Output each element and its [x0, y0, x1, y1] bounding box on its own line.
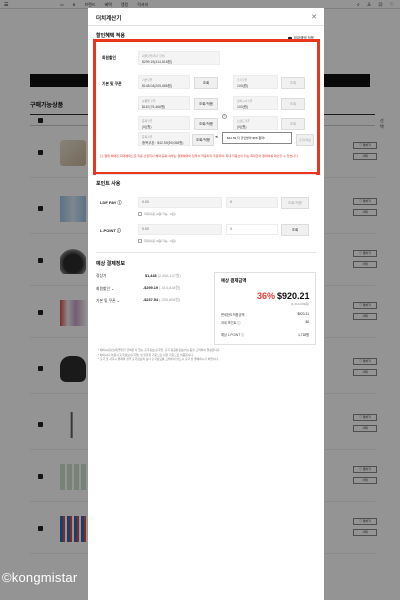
amount-usd: $1,448 [145, 274, 157, 278]
section-divider [96, 252, 316, 253]
watermark: ©kongmistar [2, 570, 78, 585]
summary-line-value: 1,718원 [298, 333, 309, 337]
summary-title: 예상 결제금액 [221, 278, 247, 283]
product-coupon-apply-button[interactable]: 조회/적용 [194, 98, 218, 110]
lpoint-input-2[interactable]: 0 [226, 224, 278, 235]
points-section-title: 포인트 사용 [96, 181, 121, 187]
dutch-calculator-modal: 더치계산기 ✕ 할인혜택 적용 최대혜택 적용 회원할인 회원할인(특가 할인)… [88, 8, 324, 600]
info-icon[interactable]: i [222, 114, 227, 119]
field-caption: 장바구니쿠폰 [237, 99, 253, 103]
extra-coupon-field: 추가쿠폰 100(원) [233, 75, 278, 89]
payment-row-label: 정상가 [96, 274, 107, 278]
summary-line-label: 예상 L.POINT ⓘ [221, 333, 245, 337]
amount-krw: (-335,808원) [159, 298, 181, 302]
note-line: * 출국 및 귀국시 결제의 경우 출국정보의 보다 출국정보를 고려하여 반드… [98, 357, 219, 362]
label-text: 회원할인 ⌄ [96, 287, 115, 291]
payment-summary-box: 예상 결제금액 36% $920.21 (1,313,039원) 면세한도적용금… [214, 272, 316, 345]
modal-title: 더치계산기 [96, 16, 122, 22]
summary-line-value: $0 [305, 320, 309, 324]
lpoint-max-use-checkbox[interactable] [138, 239, 142, 243]
summary-line-label: 과세 포인트 ⓘ [221, 321, 241, 325]
payment-notes: * 에이씨디(반)/특별할인 금액은 다 있는 출국정보(출국일, 출국 항공편… [98, 348, 314, 362]
extra-coupon-lookup-button[interactable]: 조회 [281, 77, 305, 89]
tooltip-arrow-icon: ◂ [215, 134, 218, 140]
savings-tooltip: $42.59 더 할인받아 $58 절약! [222, 132, 292, 144]
field-value: $299.19(414,818원) [142, 60, 172, 64]
field-caption: 브랜드쿠폰 [237, 119, 250, 123]
duplicate-coupon-apply-button-2[interactable]: 조회/적용 [192, 134, 214, 146]
field-caption: 기본쿠폰 [142, 78, 153, 82]
field-value: 중복쿠폰 : $42.59(59,058원) [142, 141, 184, 145]
field-caption: 중복쿠폰 [142, 119, 153, 123]
field-caption: 추가쿠폰 [237, 78, 248, 82]
final-price-krw: (1,313,039원) [290, 302, 309, 306]
lpoint-max-use-option[interactable]: 최대사용 (0원/가능 : 0원) [138, 239, 176, 243]
ldf-max-use-option[interactable]: 최대사용 (0원/가능 : 0원) [138, 212, 176, 216]
payment-row-label[interactable]: 기본 및 쿠폰 ⌄ [96, 298, 120, 304]
field-value: $148.04(205,686원) [142, 84, 172, 88]
summary-line-label: 면세한도적용금액 [221, 313, 245, 317]
ldf-max-use-checkbox[interactable] [138, 212, 142, 216]
payment-section-title: 예상 결제정보 [96, 261, 125, 267]
field-value: (0)(원) [237, 125, 247, 129]
modal-header: 더치계산기 ✕ [88, 8, 324, 26]
field-caption: 중복쿠폰 [142, 135, 153, 139]
field-value: $167(76,466원) [142, 105, 166, 109]
payment-row-label[interactable]: 회원할인 ⌄ [96, 286, 114, 292]
tooltip-apply-button[interactable]: 조회/적용 [296, 134, 314, 146]
basic-coupon-field: 기본쿠폰 $148.04(205,686원) [138, 75, 190, 89]
basic-coupon-lookup-button[interactable]: 조회 [194, 77, 218, 89]
brand-coupon-lookup-button[interactable]: 조회 [281, 118, 305, 130]
field-value: 100(원) [237, 105, 249, 109]
amount-usd: -$299.19 [143, 286, 158, 290]
discount-percent: 36% [257, 291, 276, 301]
section-divider [96, 174, 316, 175]
field-caption: 회원할인(특가 할인) [142, 54, 166, 58]
duplicate-coupon-field-2: 중복쿠폰 중복쿠폰 : $42.59(59,058원) [138, 132, 190, 146]
lpoint-label: L.POINT ⓘ [100, 228, 121, 233]
summary-line-value: $920.21 [297, 312, 309, 316]
cart-coupon-lookup-button[interactable]: 조회 [281, 98, 305, 110]
coupon-label: 기본 및 쿠폰 [102, 82, 122, 86]
payment-row-value: -$299.19 (-414,818원) [143, 286, 180, 291]
discount-section-title: 할인혜택 적용 [96, 33, 125, 39]
field-caption: 상품별 쿠폰 [142, 99, 156, 103]
lpoint-input[interactable]: 0.00 [138, 224, 222, 235]
cart-coupon-field: 장바구니쿠폰 100(원) [233, 96, 278, 110]
ldf-pay-apply-button[interactable]: 조회/적용 [281, 197, 309, 209]
close-icon[interactable]: ✕ [311, 13, 317, 21]
field-value: (0)(원) [142, 125, 152, 129]
field-value: 100(원) [237, 84, 249, 88]
ldf-pay-label: LDF PAY ⓘ [100, 200, 122, 205]
amount-usd: -$237.54 [143, 298, 158, 302]
ldf-max-use-label: 최대사용 (0원/가능 : 0원) [144, 212, 176, 216]
duplicate-coupon-field: 중복쿠폰 (0)(원) [138, 116, 190, 130]
payment-row-value: -$237.54 (-335,808원) [143, 298, 180, 303]
ldf-pay-input-2[interactable]: 0 [226, 197, 278, 208]
payment-row-value: $1,448 (2,066,147원) [145, 274, 181, 279]
member-discount-field: 회원할인(특가 할인) $299.19(414,818원) [138, 51, 220, 65]
lpoint-max-use-label: 최대사용 (0원/가능 : 0원) [144, 239, 176, 243]
amount-krw: (2,066,147원) [157, 274, 181, 278]
final-price: $920.21 [277, 291, 310, 301]
discount-warning-text: 단, 결제 혜택은 최대혜택으로 적용 산정되나 혜택 중복 여부는 결제혜택이… [100, 154, 299, 158]
lpoint-lookup-button[interactable]: 조회 [281, 224, 309, 236]
duplicate-coupon-apply-button[interactable]: 조회/적용 [194, 118, 218, 130]
amount-krw: (-414,818원) [159, 286, 181, 290]
brand-coupon-field: 브랜드쿠폰 (0)(원) [233, 116, 278, 130]
ldf-pay-input[interactable]: 0.00 [138, 197, 222, 208]
product-coupon-field: 상품별 쿠폰 $167(76,466원) [138, 96, 190, 110]
label-text: 기본 및 쿠폰 ⌄ [96, 299, 120, 303]
member-discount-label: 회원할인 [102, 56, 116, 60]
